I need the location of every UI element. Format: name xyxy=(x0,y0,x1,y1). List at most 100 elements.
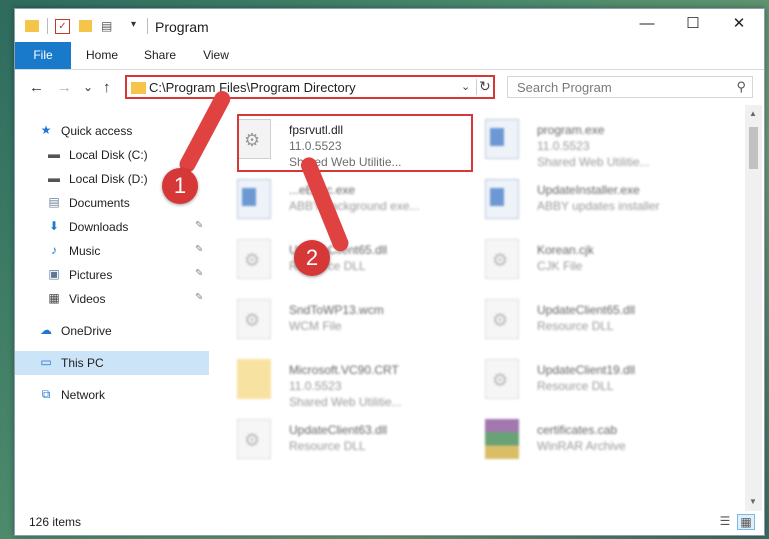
scroll-up-icon[interactable]: ▲ xyxy=(749,109,757,118)
file-item[interactable]: UpdateInstaller.exe ABBY updates install… xyxy=(473,171,713,227)
chevron-down-icon[interactable]: ⌄ xyxy=(461,80,470,93)
sidebar-item-videos[interactable]: ▦ Videos ✎ xyxy=(15,287,209,311)
file-icon xyxy=(485,239,519,279)
divider xyxy=(147,18,148,34)
ribbon-tabs: File Home Share View xyxy=(15,42,764,70)
title-bar: ✓ ▤ ▾ Program — ☐ ✕ xyxy=(15,9,764,41)
cloud-icon: ☁ xyxy=(40,323,52,337)
properties-check-icon[interactable]: ✓ xyxy=(55,19,70,34)
sidebar-item-downloads[interactable]: ⬇ Downloads ✎ xyxy=(15,215,209,239)
folder-icon xyxy=(25,20,39,32)
file-item[interactable]: program.exe 11.0.5523 Shared Web Utiliti… xyxy=(473,111,713,169)
file-item[interactable]: UpdateClient65.dll Resource DLL xyxy=(473,291,713,347)
close-button[interactable]: ✕ xyxy=(716,9,762,39)
pin-icon[interactable]: ✎ xyxy=(195,268,203,279)
vertical-scrollbar[interactable]: ▲ ▼ xyxy=(745,105,762,511)
exe-file-icon xyxy=(485,179,519,219)
step-badge-1: 1 xyxy=(162,168,198,204)
minimize-button[interactable]: — xyxy=(624,9,670,39)
up-icon[interactable]: ↑ xyxy=(103,79,111,96)
file-item[interactable]: Microsoft.VC90.CRT 11.0.5523 Shared Web … xyxy=(225,351,465,409)
drive-icon: ▬ xyxy=(48,147,60,161)
new-folder-icon[interactable] xyxy=(79,20,92,32)
sidebar-item-quick-access[interactable]: ★ Quick access xyxy=(15,119,209,143)
file-description: WCM File xyxy=(289,319,342,333)
sidebar-item-label: Music xyxy=(69,244,101,258)
pictures-icon: ▣ xyxy=(48,267,60,281)
file-item[interactable]: SndToWP13.wcm WCM File xyxy=(225,291,465,347)
file-version: 11.0.5523 xyxy=(537,139,590,153)
tab-share[interactable]: Share xyxy=(137,42,183,69)
file-name: UpdateInstaller.exe xyxy=(537,183,640,197)
divider xyxy=(476,79,477,95)
pin-icon[interactable]: ✎ xyxy=(195,292,203,303)
file-description: WinRAR Archive xyxy=(537,439,626,453)
status-bar: 126 items ☰ ▦ xyxy=(15,511,764,535)
file-description: ABBY background exe... xyxy=(289,199,420,213)
downloads-icon: ⬇ xyxy=(48,219,60,233)
maximize-button[interactable]: ☐ xyxy=(670,9,716,39)
file-name: Korean.cjk xyxy=(537,243,594,257)
navigation-bar: ← → ⌄ ↑ C:\Program Files\Program Directo… xyxy=(15,70,764,105)
customize-icon[interactable]: ▤ xyxy=(101,19,117,33)
details-view-icon[interactable]: ☰ xyxy=(717,514,733,528)
file-highlight-box xyxy=(237,114,473,172)
file-description: Shared Web Utilitie... xyxy=(289,395,402,409)
sidebar-item-label: Documents xyxy=(69,196,130,210)
divider xyxy=(47,18,48,34)
scroll-thumb[interactable] xyxy=(749,127,758,169)
tab-file[interactable]: File xyxy=(15,42,71,69)
file-description: Resource DLL xyxy=(537,379,614,393)
search-placeholder: Search Program xyxy=(517,80,612,95)
sidebar-item-onedrive[interactable]: ☁ OneDrive xyxy=(15,319,209,343)
pin-icon[interactable]: ✎ xyxy=(195,220,203,231)
search-icon[interactable]: ⚲ xyxy=(736,79,746,95)
tab-view[interactable]: View xyxy=(195,42,237,69)
file-icon xyxy=(237,299,271,339)
computer-icon: ▭ xyxy=(40,355,52,369)
file-version: 11.0.5523 xyxy=(289,379,342,393)
file-name: SndToWP13.wcm xyxy=(289,303,384,317)
forward-icon[interactable]: → xyxy=(57,79,72,96)
archive-icon xyxy=(485,419,519,459)
file-item[interactable]: UpdateClient19.dll Resource DLL xyxy=(473,351,713,407)
refresh-icon[interactable]: ↻ xyxy=(479,78,491,95)
file-description: CJK File xyxy=(537,259,583,273)
dll-file-icon xyxy=(485,299,519,339)
sidebar-item-label: Local Disk (D:) xyxy=(69,172,148,186)
qat-dropdown-icon[interactable]: ▾ xyxy=(131,19,136,33)
sidebar-item-music[interactable]: ♪ Music ✎ xyxy=(15,239,209,263)
file-item[interactable]: certificates.cab WinRAR Archive xyxy=(473,411,713,467)
network-icon: ⧉ xyxy=(41,387,51,401)
address-bar[interactable]: C:\Program Files\Program Directory ⌄ ↻ xyxy=(125,75,495,99)
file-description: ABBY updates installer xyxy=(537,199,660,213)
sidebar-item-label: Local Disk (C:) xyxy=(69,148,148,162)
file-description: Shared Web Utilitie... xyxy=(537,155,650,169)
exe-file-icon xyxy=(485,119,519,159)
large-icons-view-icon[interactable]: ▦ xyxy=(737,514,755,530)
dll-file-icon xyxy=(237,419,271,459)
file-item[interactable]: ...eExec.exe ABBY background exe... xyxy=(225,171,465,227)
file-name: UpdateClient65.dll xyxy=(537,303,636,317)
file-description: Resource DLL xyxy=(289,439,366,453)
tab-home[interactable]: Home xyxy=(79,42,125,69)
sidebar-item-label: Network xyxy=(61,388,106,402)
sidebar-item-pictures[interactable]: ▣ Pictures ✎ xyxy=(15,263,209,287)
documents-icon: ▤ xyxy=(48,195,60,209)
sidebar-item-label: This PC xyxy=(61,356,104,370)
scroll-down-icon[interactable]: ▼ xyxy=(749,497,757,506)
sidebar-item-network[interactable]: ⧉ Network xyxy=(15,383,209,407)
sidebar-item-this-pc[interactable]: ▭ This PC xyxy=(15,351,209,375)
back-icon[interactable]: ← xyxy=(29,79,44,96)
window-title: Program xyxy=(155,19,209,35)
search-input[interactable]: Search Program ⚲ xyxy=(507,76,753,98)
recent-locations-icon[interactable]: ⌄ xyxy=(83,80,93,94)
folder-icon xyxy=(131,82,146,94)
file-item[interactable]: Korean.cjk CJK File xyxy=(473,231,713,287)
pin-icon[interactable]: ✎ xyxy=(195,244,203,255)
sidebar-item-label: Videos xyxy=(69,292,106,306)
dll-file-icon xyxy=(485,359,519,399)
address-path[interactable]: C:\Program Files\Program Directory xyxy=(149,80,356,95)
file-item[interactable]: UpdateClient63.dll Resource DLL xyxy=(225,411,465,467)
dll-file-icon xyxy=(237,239,271,279)
